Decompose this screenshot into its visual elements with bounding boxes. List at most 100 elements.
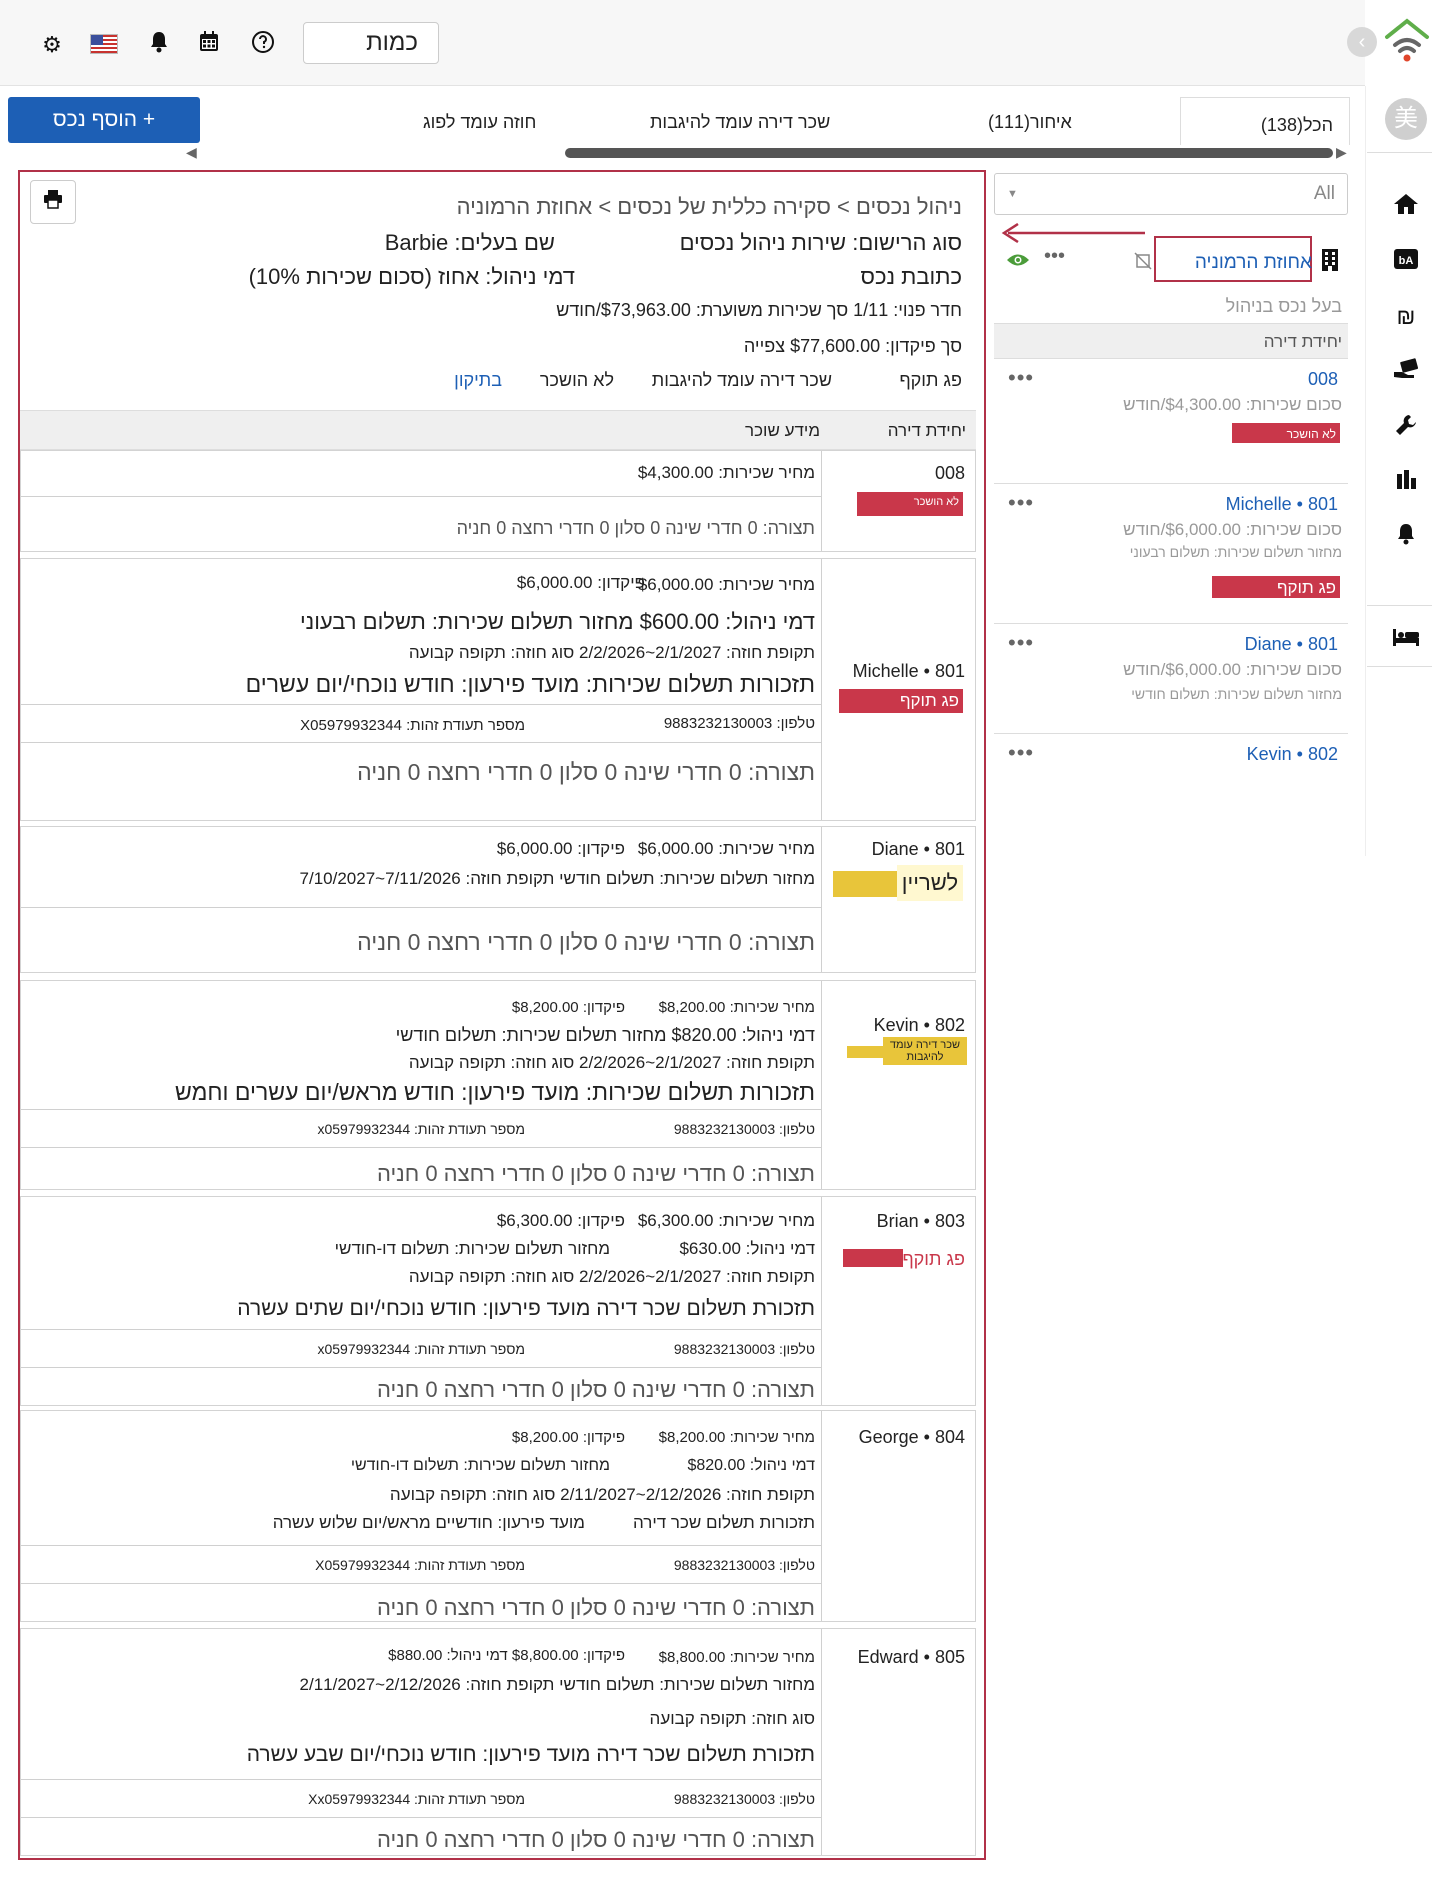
rent-price: מחיר שכירות: $6,000.00 xyxy=(637,575,815,594)
unit-label[interactable]: 802 • Kevin xyxy=(874,1015,965,1036)
chevron-left-icon[interactable]: ‹ xyxy=(1347,27,1377,57)
table-row[interactable]: 801 • Michelle פג תוקף מחיר שכירות: $6,0… xyxy=(20,558,976,821)
avatar[interactable]: 美 xyxy=(1385,98,1427,140)
tab-contract-expiring[interactable]: חוזה עומד לפוג xyxy=(423,112,536,133)
home-icon[interactable] xyxy=(1392,192,1420,220)
unit-label[interactable]: 801 • Michelle xyxy=(853,661,965,682)
contract-period: תקופת חוזה: 2/12/2026~2/11/2027 סוג חוזה… xyxy=(389,1485,815,1504)
status-tab-rent-due[interactable]: שכר דירה עומד להיגבות xyxy=(652,370,832,391)
tenant-id: מספר תעודת זהות: X05979932344 xyxy=(300,717,525,734)
status-tab-not-rented[interactable]: לא הושכר xyxy=(540,370,614,391)
property-name[interactable]: אחוזת הרמוניה xyxy=(1195,252,1312,274)
payment-cycle: מחזור תשלום שכירות: תשלום דו-חודשי xyxy=(334,1239,610,1258)
status-badge: שכר דירה עומד להיגבות xyxy=(883,1037,967,1065)
logo-svg xyxy=(1385,18,1429,62)
link-off-icon[interactable] xyxy=(1134,252,1152,275)
table-row[interactable]: 804 • George מחיר שכירות: $8,200.00 פיקד… xyxy=(20,1410,976,1622)
tenant-name: Kevin xyxy=(1246,744,1292,764)
unit-rent: סכום שכירות: $6,000.00/חודש xyxy=(1123,660,1342,679)
unit-number: 008 xyxy=(1307,369,1338,389)
cycle-and-period: מחזור תשלום שכירות: תשלום חודשי תקופת חו… xyxy=(299,869,815,888)
deposit: פיקדון: $6,000.00 xyxy=(496,839,625,858)
unit-label[interactable]: 801 • Diane xyxy=(872,839,965,860)
search-input[interactable]: כמות xyxy=(303,22,439,64)
bed-icon[interactable] xyxy=(1392,626,1420,654)
unit-label[interactable]: 804 • George xyxy=(859,1427,965,1448)
more-icon[interactable]: ••• xyxy=(1008,630,1034,656)
eye-svg xyxy=(1007,254,1029,266)
table-row[interactable]: 008 לא הושכר מחיר שכירות: $4,300.00 תצור… xyxy=(20,450,976,552)
deposit: פיקדון: $8,200.00 xyxy=(511,1429,625,1446)
row-divider xyxy=(21,1583,821,1584)
print-svg xyxy=(44,190,62,209)
unit-title: 801 • Michelle xyxy=(1225,494,1338,514)
unit-layout: תצורה: 0 חדרי שינה 0 סלון 0 חדרי רחצה 0 … xyxy=(357,929,815,955)
tab-overdue[interactable]: איחור(111) xyxy=(988,112,1072,133)
unit-card[interactable]: ••• 008 סכום שכירות: $4,300.00/חודש לא ה… xyxy=(994,359,1348,484)
more-icon[interactable]: ••• xyxy=(1008,740,1034,766)
contract-period: תקופת חוזה: 2/1/2027~2/2/2026 סוג חוזה: … xyxy=(408,643,815,662)
bar-chart-icon[interactable] xyxy=(1392,468,1420,496)
table-row[interactable]: 801 • Diane לשריין מחיר שכירות: $6,000.0… xyxy=(20,826,976,973)
booking-svg: bA xyxy=(1394,249,1418,269)
tenant-id: מספר תעודת זהות: x05979932344 xyxy=(317,1121,525,1137)
table-row[interactable]: 805 • Edward מחיר שכירות: $8,800.00 פיקד… xyxy=(20,1628,976,1856)
more-icon[interactable]: ••• xyxy=(1044,245,1065,268)
bed-svg xyxy=(1393,629,1419,646)
print-icon[interactable] xyxy=(30,180,76,224)
sidebar-divider xyxy=(1367,152,1432,153)
unit-card[interactable]: ••• 801 • Michelle סכום שכירות: $6,000.0… xyxy=(994,484,1348,624)
gear-icon[interactable]: ⚙ xyxy=(37,30,67,60)
us-flag-icon[interactable] xyxy=(90,34,118,54)
table-row[interactable]: 802 • Kevin שכר דירה עומד להיגבות מחיר ש… xyxy=(20,980,976,1190)
tabs-scrollbar[interactable] xyxy=(565,148,1333,158)
calendar-icon[interactable] xyxy=(194,30,224,60)
unit-layout: תצורה: 0 חדרי שינה 0 סלון 0 חדרי רחצה 0 … xyxy=(357,759,815,785)
eye-icon[interactable] xyxy=(1006,252,1030,273)
tenant-phone: טלפון: 9883232130003 xyxy=(673,1791,815,1807)
unit-note: מחזור תשלום שכירות: תשלום חודשי xyxy=(1131,686,1342,702)
more-icon[interactable]: ••• xyxy=(1008,365,1034,391)
building-icon xyxy=(1320,248,1340,277)
clock-svg xyxy=(252,31,274,53)
row-divider xyxy=(21,1147,821,1148)
rent-price: מחיר שכירות: $4,300.00 xyxy=(637,463,815,482)
status-tab-expired[interactable]: פג תוקף xyxy=(899,370,962,391)
status-tab-repair[interactable]: בתיקון xyxy=(454,370,502,391)
hand-money-icon[interactable] xyxy=(1392,358,1420,386)
unit-label[interactable]: 805 • Edward xyxy=(858,1647,965,1668)
unit-label[interactable]: 803 • Brian xyxy=(877,1211,965,1232)
wrench-icon[interactable] xyxy=(1392,413,1420,441)
contract-period: תקופת חוזה: 2/1/2027~2/2/2026 סוג חוזה: … xyxy=(408,1267,815,1286)
column-divider xyxy=(821,827,822,972)
filter-select[interactable]: ▼ All xyxy=(994,173,1348,215)
payment-reminder: תזכורות תשלום שכר דירה xyxy=(632,1513,815,1532)
unit-label[interactable]: 008 xyxy=(935,463,965,484)
clock-help-icon[interactable] xyxy=(248,30,278,60)
scroll-right-icon[interactable]: ▶ xyxy=(1336,144,1347,161)
deposit: פיקדון: $6,000.00 xyxy=(516,573,645,592)
management-fee: דמי ניהול: $820.00 xyxy=(687,1457,815,1474)
payment-reminder: תזכורת תשלום שכר דירה מועד פירעון: חודש … xyxy=(237,1297,815,1320)
payment-reminder: תזכורות תשלום שכירות: מועד פירעון: חודש … xyxy=(175,1079,815,1105)
deposit-and-fee: פיקדון: $8,800.00 דמי ניהול: $880.00 xyxy=(388,1647,625,1664)
table-row[interactable]: 803 • Brian פג תוקף מחיר שכירות: $6,300.… xyxy=(20,1196,976,1406)
more-icon[interactable]: ••• xyxy=(1008,490,1034,516)
add-property-button[interactable]: + הוסף נכס xyxy=(8,97,200,143)
bell-icon[interactable] xyxy=(144,30,174,60)
breadcrumb[interactable]: ניהול נכסים > סקירה כללית של נכסים > אחו… xyxy=(457,194,962,220)
unit-card[interactable]: ••• 802 • Kevin xyxy=(994,734,1348,772)
unit-card[interactable]: ••• 801 • Diane סכום שכירות: $6,000.00/ח… xyxy=(994,624,1348,734)
caret-down-icon: ▼ xyxy=(1007,188,1018,200)
shekel-icon[interactable]: ₪ xyxy=(1392,303,1420,331)
bell2-svg xyxy=(1398,524,1414,545)
row-divider xyxy=(21,496,821,497)
scroll-left-icon[interactable]: ◀ xyxy=(186,144,197,161)
rent-price: מחיר שכירות: $6,000.00 xyxy=(637,839,815,858)
tab-all[interactable]: הכל(138) xyxy=(1180,97,1350,145)
tab-rent-due[interactable]: שכר דירה עומד להיגבות xyxy=(650,112,830,133)
link-off-svg xyxy=(1134,252,1152,270)
booking-icon[interactable]: bA xyxy=(1392,248,1420,276)
notification-bell-icon[interactable] xyxy=(1392,522,1420,550)
hand-money-svg xyxy=(1394,358,1419,378)
